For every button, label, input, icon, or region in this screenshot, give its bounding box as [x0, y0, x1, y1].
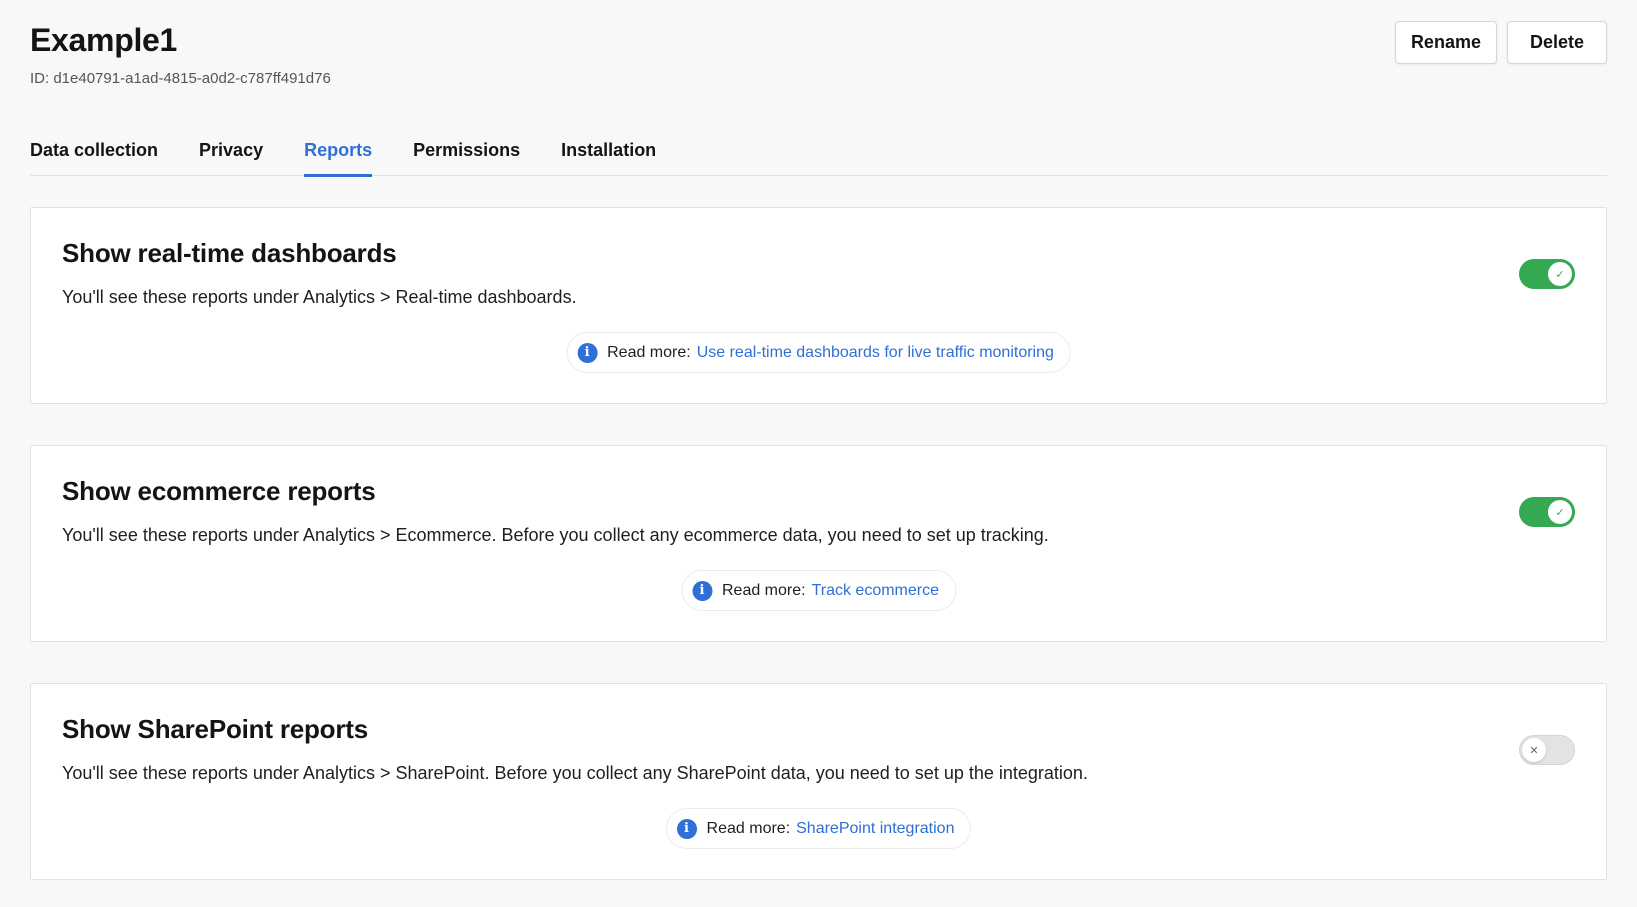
card-title: Show SharePoint reports	[62, 714, 369, 744]
read-more-label: Read more:	[721, 581, 806, 599]
close-icon: ✕	[1522, 738, 1546, 762]
setting-card-sharepoint: Show SharePoint reports You'll see these…	[30, 683, 1607, 880]
tab-bar: Data collection Privacy Reports Permissi…	[30, 120, 1607, 177]
site-id: ID: d1e40791-a1ad-4815-a0d2-c787ff491d76	[30, 70, 331, 87]
settings-page: Example1 ID: d1e40791-a1ad-4815-a0d2-c78…	[0, 0, 1637, 907]
read-more-pill: i Read more: SharePoint integration	[665, 808, 972, 849]
page-header: Example1 ID: d1e40791-a1ad-4815-a0d2-c78…	[30, 0, 1607, 120]
rename-button[interactable]: Rename	[1394, 21, 1497, 64]
tab-privacy[interactable]: Privacy	[199, 120, 263, 176]
card-description: You'll see these reports under Analytics…	[62, 525, 1049, 545]
info-icon: i	[577, 342, 598, 363]
info-icon: i	[676, 818, 697, 839]
card-title: Show real-time dashboards	[62, 238, 397, 268]
header-actions: Rename Delete	[1394, 21, 1607, 64]
read-more-link[interactable]: Use real-time dashboards for live traffi…	[697, 344, 1054, 362]
read-more-link[interactable]: Track ecommerce	[812, 582, 939, 600]
sharepoint-toggle[interactable]: ✕	[1519, 735, 1575, 765]
card-title: Show ecommerce reports	[62, 476, 376, 506]
tab-permissions[interactable]: Permissions	[413, 120, 520, 176]
ecommerce-toggle[interactable]: ✓	[1519, 497, 1575, 527]
read-more-link[interactable]: SharePoint integration	[796, 820, 954, 838]
page-title: Example1	[30, 22, 178, 58]
setting-card-realtime: Show real-time dashboards You'll see the…	[30, 207, 1607, 404]
card-description: You'll see these reports under Analytics…	[62, 763, 1088, 783]
check-icon: ✓	[1548, 262, 1572, 286]
read-more-pill: i Read more: Track ecommerce	[680, 570, 957, 611]
setting-card-ecommerce: Show ecommerce reports You'll see these …	[30, 445, 1607, 642]
realtime-toggle[interactable]: ✓	[1519, 259, 1575, 289]
card-description: You'll see these reports under Analytics…	[62, 287, 577, 307]
info-icon: i	[691, 580, 712, 601]
delete-button[interactable]: Delete	[1506, 21, 1607, 64]
check-icon: ✓	[1548, 500, 1572, 524]
read-more-label: Read more:	[706, 819, 791, 837]
tab-reports[interactable]: Reports	[304, 120, 373, 177]
read-more-pill: i Read more: Use real-time dashboards fo…	[566, 332, 1071, 373]
tab-data-collection[interactable]: Data collection	[30, 120, 158, 176]
tab-installation[interactable]: Installation	[561, 120, 656, 176]
settings-cards: Show real-time dashboards You'll see the…	[30, 207, 1607, 880]
read-more-label: Read more:	[607, 343, 691, 361]
